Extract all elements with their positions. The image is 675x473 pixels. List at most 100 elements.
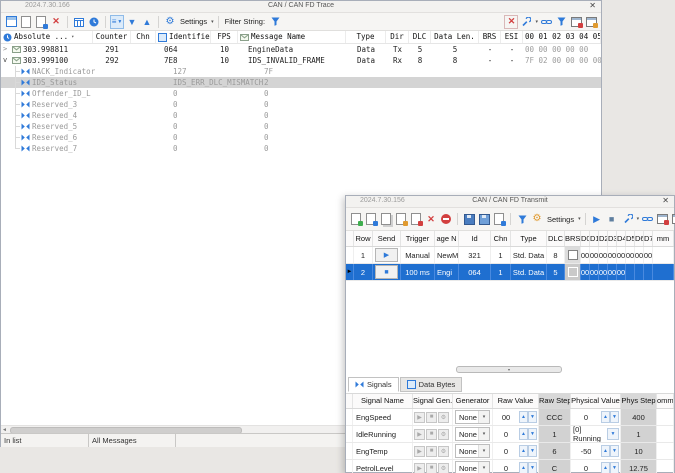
physical-value[interactable]: 0 [571, 413, 601, 422]
physical-value[interactable]: 0 [571, 464, 601, 473]
delete-icon[interactable]: ✕ [424, 212, 438, 226]
trigger-cell[interactable]: 100 ms [401, 264, 435, 280]
gen-settings-button[interactable]: ⚙ [438, 411, 449, 423]
stop-all-icon[interactable]: ■ [605, 212, 619, 226]
clock-icon[interactable] [87, 15, 101, 29]
message-name-cell[interactable]: Engi [435, 264, 459, 280]
raw-value[interactable]: 0 [493, 447, 519, 456]
col-message-name[interactable]: Message Name [238, 31, 346, 43]
byte-cell[interactable]: 00 [608, 264, 617, 280]
type-cell[interactable]: Std. Data [511, 247, 547, 263]
col-comment[interactable]: mm [653, 231, 674, 246]
col-type[interactable]: Type [511, 231, 547, 246]
type-cell[interactable]: Std. Data [511, 264, 547, 280]
col-signal-name[interactable]: Signal Name [353, 394, 413, 408]
col-d4[interactable]: D4 [617, 231, 626, 246]
collapse-chevron-icon[interactable]: v [3, 55, 10, 66]
byte-cell[interactable]: 00 [608, 247, 617, 263]
detach-window-icon[interactable] [569, 15, 583, 29]
id-cell[interactable]: 321 [459, 247, 491, 263]
col-trigger[interactable]: Trigger [401, 231, 435, 246]
col-esi[interactable]: ESI [501, 31, 523, 43]
col-message-name[interactable]: age N [435, 231, 459, 246]
send-all-icon[interactable]: ▶ [590, 212, 604, 226]
link-icon[interactable] [539, 15, 553, 29]
settings-button[interactable]: Settings [547, 215, 574, 224]
signal-row[interactable]: PetrolLevel ▶ ■ ⚙ None ▾ 0 ▲ ▼ C 0 ▲ ▼ 12.75 [346, 460, 674, 473]
col-comment[interactable]: omme [657, 394, 674, 408]
document-export-icon[interactable] [34, 15, 48, 29]
col-data-len[interactable]: Data Len. [431, 31, 479, 43]
paste-icon[interactable] [409, 212, 423, 226]
col-signal-gen[interactable]: Signal Gen. [413, 394, 453, 408]
settings-gear-icon[interactable]: ⚙ [163, 15, 177, 29]
trace-signal-row[interactable]: Reserved_7 0 0 [1, 143, 601, 154]
col-d6[interactable]: D6 [635, 231, 644, 246]
byte-cell[interactable]: 00 [599, 247, 608, 263]
generator-select[interactable]: None ▾ [455, 444, 490, 458]
gen-stop-button[interactable]: ■ [426, 411, 437, 423]
raw-spinner[interactable]: ▲ ▼ [519, 428, 537, 440]
phys-spinner[interactable]: ▲ ▼ [601, 411, 619, 423]
edit-icon[interactable] [394, 212, 408, 226]
comment-cell[interactable] [657, 426, 674, 442]
settings-button[interactable]: Settings [180, 17, 207, 26]
save-icon[interactable] [462, 212, 476, 226]
settings-caret-icon[interactable]: ▾ [578, 216, 581, 222]
trace-signal-row[interactable]: Reserved_6 0 0 [1, 132, 601, 143]
disable-icon[interactable] [439, 212, 453, 226]
signal-row[interactable]: IdleRunning ▶ ■ ⚙ None ▾ 0 ▲ ▼ 1 [0] Running ▼… [346, 426, 674, 443]
trace-signal-row[interactable]: NACK_Indicator 127 7F [1, 66, 601, 77]
col-chn[interactable]: Chn [131, 31, 156, 43]
tab-signals[interactable]: Signals [348, 377, 399, 392]
comment-cell[interactable] [657, 409, 674, 425]
col-fps[interactable]: FPS [211, 31, 238, 43]
gen-start-button[interactable]: ▶ [414, 445, 425, 457]
byte-cell[interactable]: 00 [626, 247, 635, 263]
signal-row[interactable]: EngTemp ▶ ■ ⚙ None ▾ 0 ▲ ▼ 6 -50 ▲ ▼ 10 [346, 443, 674, 460]
gen-start-button[interactable]: ▶ [414, 428, 425, 440]
filter-settings-icon[interactable] [554, 15, 568, 29]
col-type[interactable]: Type [346, 31, 386, 43]
link-icon[interactable] [640, 212, 654, 226]
byte-cell[interactable]: 00 [617, 264, 626, 280]
phys-spinner[interactable]: ▲ ▼ [601, 462, 619, 473]
gen-stop-button[interactable]: ■ [426, 428, 437, 440]
transmit-row[interactable]: 1 ▶ Manual NewM 321 1 Std. Data 8 00 00 … [346, 247, 674, 264]
col-d3[interactable]: D3 [608, 231, 617, 246]
col-counter[interactable]: Counter [93, 31, 131, 43]
trigger-cell[interactable]: Manual [401, 247, 435, 263]
gen-settings-button[interactable]: ⚙ [438, 462, 449, 473]
raw-spinner[interactable]: ▲ ▼ [519, 445, 537, 457]
window-icon[interactable] [4, 15, 18, 29]
scroll-down-icon[interactable]: ▼ [125, 15, 139, 29]
byte-cell[interactable]: 00 [599, 264, 608, 280]
stop-filter-icon[interactable]: ✕ [504, 14, 519, 29]
col-raw-value[interactable]: Raw Value [493, 394, 539, 408]
dock-window-icon[interactable] [584, 15, 598, 29]
chn-cell[interactable]: 1 [491, 264, 511, 280]
document-icon[interactable] [19, 15, 33, 29]
byte-cell[interactable] [644, 264, 653, 280]
trace-signal-row[interactable]: Reserved_3 0 0 [1, 99, 601, 110]
col-dlc[interactable]: DLC [547, 231, 565, 246]
chn-cell[interactable]: 1 [491, 247, 511, 263]
trace-row[interactable]: v 303.999100 292 7E8 10 IDS_INVALID_FRAM… [1, 55, 601, 66]
sort-caret-icon[interactable]: ▾ [71, 31, 74, 43]
gen-start-button[interactable]: ▶ [414, 462, 425, 473]
comment-cell[interactable] [653, 247, 674, 263]
col-identifier[interactable]: Identifier [156, 31, 211, 43]
transmit-row-selected[interactable]: ► 2 ■ 100 ms Engi 064 1 Std. Data 5 00 0… [346, 264, 674, 281]
settings-caret-icon[interactable]: ▾ [211, 19, 214, 25]
phys-spinner[interactable]: ▲ ▼ [601, 445, 619, 457]
col-d1[interactable]: D1 [590, 231, 599, 246]
col-d7[interactable]: D7 [644, 231, 653, 246]
comment-cell[interactable] [657, 443, 674, 459]
new-message-icon[interactable] [349, 212, 363, 226]
brs-checkbox[interactable] [567, 250, 578, 260]
close-icon[interactable]: ✕ [662, 196, 669, 206]
byte-cell[interactable]: 00 [617, 247, 626, 263]
physical-value[interactable]: [0] Running [571, 426, 607, 442]
col-brs[interactable]: BRS [565, 231, 581, 246]
byte-cell[interactable]: 00 [581, 264, 590, 280]
